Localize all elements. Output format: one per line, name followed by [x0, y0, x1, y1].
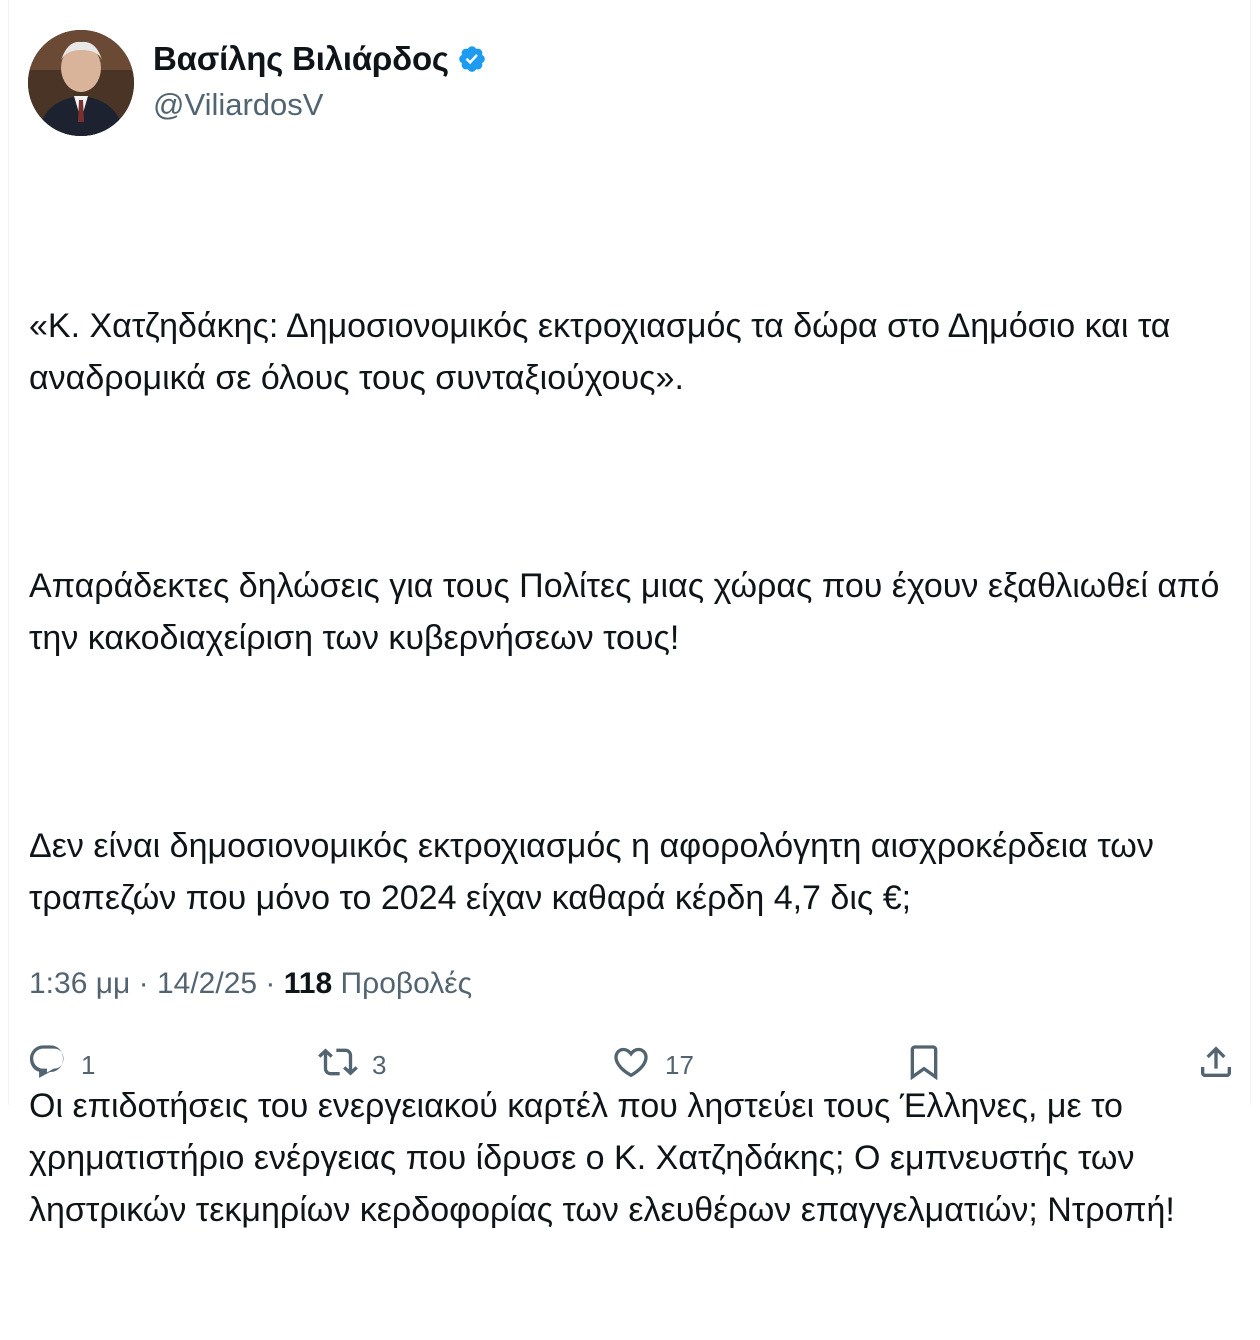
author-handle[interactable]: @ViliardosV	[153, 87, 323, 123]
tweet-date[interactable]: 14/2/25	[157, 967, 257, 1000]
meta-separator: ·	[130, 967, 157, 1000]
tweet-time[interactable]: 1:36 μμ	[29, 967, 130, 1000]
tweet-text: «Κ. Χατζηδάκης: Δημοσιονομικός εκτροχιασ…	[29, 196, 1239, 1340]
bookmark-icon	[904, 1042, 944, 1089]
like-icon	[611, 1042, 651, 1089]
tweet-paragraph: Δεν είναι δημοσιονομικός εκτροχιασμός η …	[29, 827, 1164, 917]
views-count: 118	[283, 967, 333, 1000]
meta-separator: ·	[257, 967, 284, 1000]
avatar[interactable]	[28, 30, 134, 136]
action-bar: 1 3 17	[0, 1030, 1260, 1100]
reply-count: 1	[81, 1050, 96, 1080]
author-display-name[interactable]: Βασίλης Βιλιάρδος	[153, 40, 449, 78]
like-button[interactable]: 17	[611, 1042, 694, 1089]
verified-badge-icon	[457, 44, 487, 74]
tweet-meta: 1:36 μμ · 14/2/25 · 118 Προβολές	[29, 967, 472, 1001]
like-count: 17	[665, 1050, 694, 1080]
share-button[interactable]	[1196, 1042, 1236, 1089]
tweet-paragraph: Οι επιδοτήσεις του ενεργειακού καρτέλ πο…	[29, 1087, 1175, 1229]
reply-icon	[27, 1042, 67, 1089]
tweet-paragraph: «Κ. Χατζηδάκης: Δημοσιονομικός εκτροχιασ…	[29, 307, 1180, 397]
retweet-icon	[318, 1042, 358, 1089]
author-name[interactable]: Βασίλης Βιλιάρδος	[153, 40, 487, 78]
retweet-count: 3	[372, 1050, 387, 1080]
avatar-image	[28, 30, 134, 136]
bookmark-button[interactable]	[904, 1042, 944, 1089]
views-label: Προβολές	[340, 967, 473, 1000]
retweet-button[interactable]: 3	[318, 1042, 386, 1089]
tweet-paragraph: Απαράδεκτες δηλώσεις για τους Πολίτες μι…	[29, 567, 1229, 657]
share-icon	[1196, 1042, 1236, 1089]
reply-button[interactable]: 1	[27, 1042, 95, 1089]
